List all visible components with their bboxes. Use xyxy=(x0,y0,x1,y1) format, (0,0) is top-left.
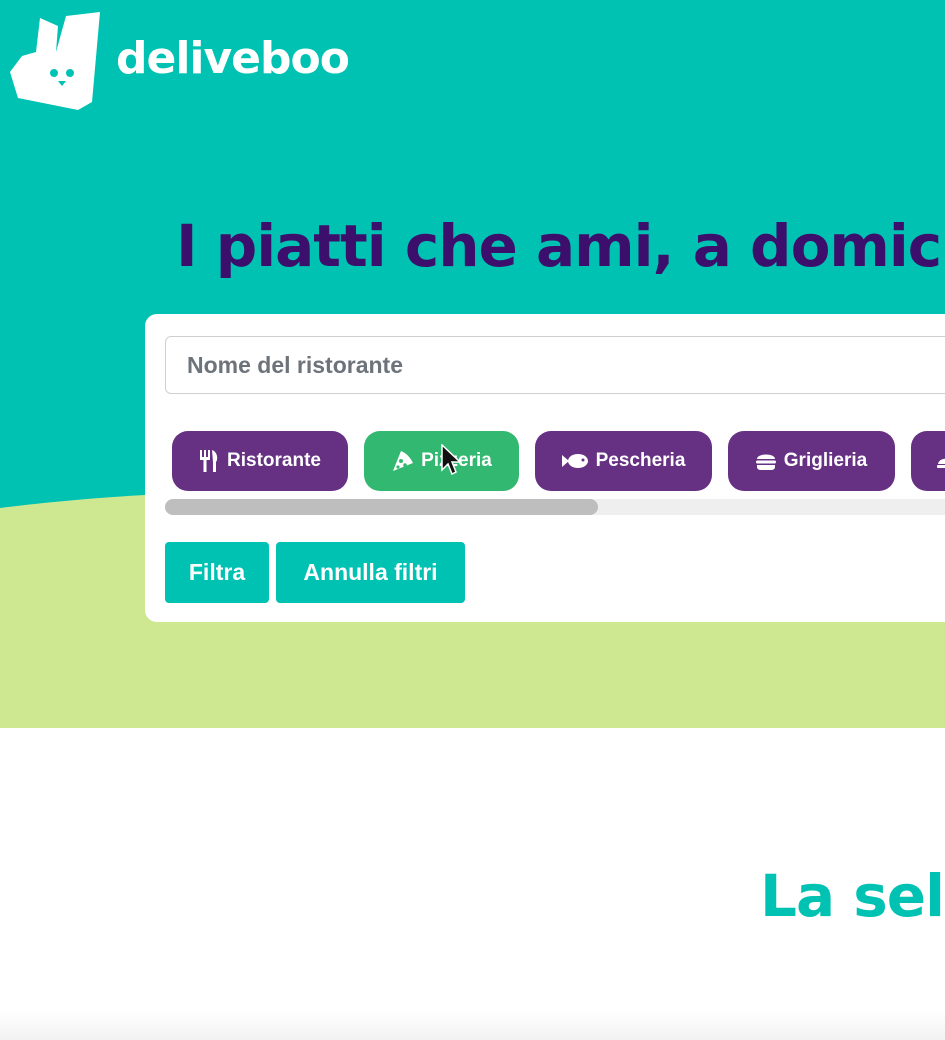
fish-icon xyxy=(561,454,588,468)
pizza-slice-icon xyxy=(393,451,414,471)
chip-label: Griglieria xyxy=(783,450,868,471)
chip-label: Pescheria xyxy=(595,450,686,471)
category-chip-partial[interactable] xyxy=(911,431,945,491)
search-card: Ristorante Pizzeria Pescheria xyxy=(145,314,945,622)
hero-section: deliveboo I piatti che ami, a domicili R… xyxy=(0,0,945,728)
chips-scrollbar-thumb[interactable] xyxy=(165,499,598,515)
page-bottom-fade xyxy=(0,1010,945,1040)
kangaroo-logo-icon xyxy=(10,12,100,110)
brand-logo[interactable] xyxy=(10,12,102,112)
filter-button[interactable]: Filtra xyxy=(165,542,269,603)
brand-name[interactable]: deliveboo xyxy=(116,37,350,81)
reset-filters-button[interactable]: Annulla filtri xyxy=(276,542,465,603)
section-title: La sele xyxy=(760,862,945,930)
mouse-cursor-icon xyxy=(441,444,461,476)
burger-icon xyxy=(755,454,776,470)
hero-headline: I piatti che ami, a domicili xyxy=(176,212,945,280)
utensils-icon xyxy=(200,450,218,472)
category-chip-griglieria[interactable]: Griglieria xyxy=(728,431,895,491)
category-chip-pescheria[interactable]: Pescheria xyxy=(535,431,712,491)
category-icon xyxy=(937,458,945,468)
restaurant-search-input[interactable] xyxy=(165,336,945,394)
category-chip-ristorante[interactable]: Ristorante xyxy=(172,431,348,491)
chip-label: Ristorante xyxy=(227,450,321,471)
